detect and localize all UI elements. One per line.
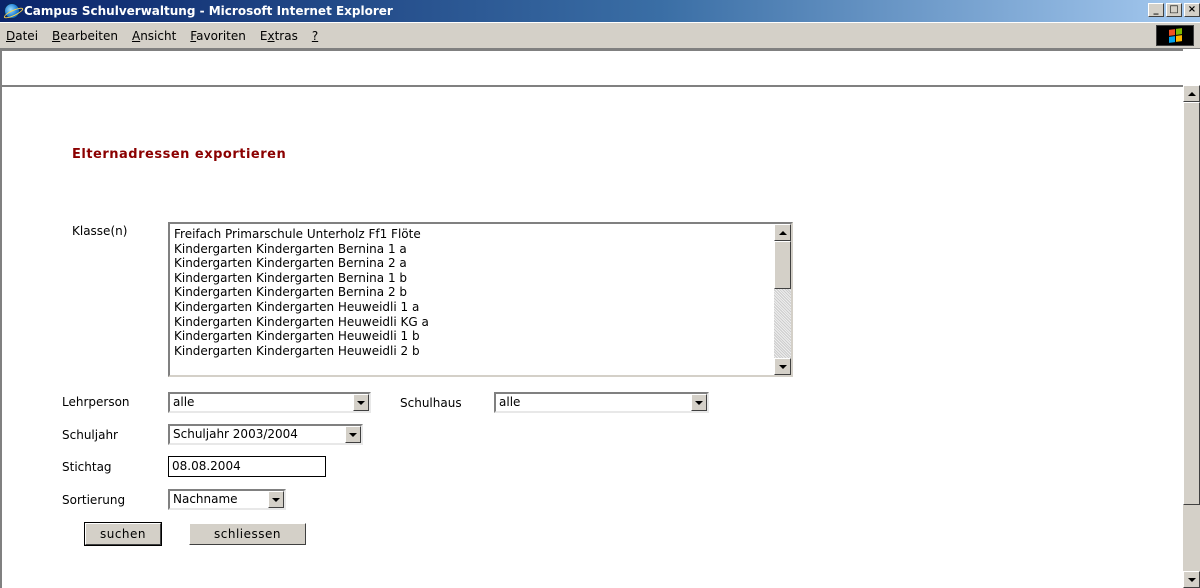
schliessen-button[interactable]: schliessen: [189, 523, 306, 545]
internet-explorer-icon: [4, 3, 20, 19]
window-title-bar[interactable]: Campus Schulverwaltung - Microsoft Inter…: [0, 0, 1200, 22]
menu-datei[interactable]: Datei: [0, 29, 46, 43]
scrollbar-thumb[interactable]: [1183, 102, 1200, 505]
listbox-scroll-down-button[interactable]: [774, 358, 791, 375]
klassen-listbox[interactable]: Freifach Primarschule Unterholz Ff1 Flöt…: [167, 221, 794, 378]
menu-favoriten[interactable]: Favoriten: [184, 29, 254, 43]
sortierung-select[interactable]: Nachname: [168, 489, 286, 510]
list-item[interactable]: Kindergarten Kindergarten Bernina 2 a: [174, 256, 429, 271]
stichtag-field[interactable]: 08.08.2004: [168, 456, 326, 477]
scroll-down-button[interactable]: [1183, 571, 1200, 588]
lehrperson-select[interactable]: alle: [168, 392, 371, 413]
page-title: Elternadressen exportieren: [72, 147, 287, 162]
dropdown-arrow-icon[interactable]: [691, 394, 707, 411]
arrow-down-icon: [1187, 577, 1196, 582]
list-item[interactable]: Kindergarten Kindergarten Bernina 2 b: [174, 285, 429, 300]
schulhaus-select[interactable]: alle: [494, 392, 709, 413]
close-button[interactable]: ×: [1184, 3, 1200, 17]
list-item[interactable]: Kindergarten Kindergarten Heuweidli KG a: [174, 315, 429, 330]
dropdown-arrow-icon[interactable]: [268, 491, 284, 508]
list-item[interactable]: Kindergarten Kindergarten Bernina 1 b: [174, 271, 429, 286]
schulhaus-value: alle: [499, 395, 521, 409]
list-item[interactable]: Kindergarten Kindergarten Heuweidli 1 a: [174, 300, 429, 315]
listbox-scrollbar[interactable]: [774, 224, 791, 375]
schuljahr-select[interactable]: Schuljahr 2003/2004: [168, 424, 363, 445]
stichtag-label: Stichtag: [62, 460, 112, 474]
schuljahr-value: Schuljahr 2003/2004: [173, 427, 298, 441]
dropdown-arrow-icon[interactable]: [353, 394, 369, 411]
menu-bearbeiten[interactable]: Bearbeiten: [46, 29, 126, 43]
arrow-up-icon: [778, 230, 787, 235]
dropdown-arrow-icon[interactable]: [345, 426, 361, 443]
schulhaus-label: Schulhaus: [400, 396, 462, 410]
windows-logo-icon: [1156, 25, 1194, 46]
list-item[interactable]: Kindergarten Kindergarten Heuweidli 2 b: [174, 344, 429, 359]
scroll-up-button[interactable]: [1183, 85, 1200, 102]
listbox-scrollbar-thumb[interactable]: [774, 241, 791, 289]
page-content-area: [0, 49, 1200, 85]
lehrperson-value: alle: [173, 395, 195, 409]
list-item[interactable]: Kindergarten Kindergarten Bernina 1 a: [174, 242, 429, 257]
klassen-label: Klasse(n): [72, 224, 128, 238]
sortierung-label: Sortierung: [62, 493, 126, 507]
menu-ansicht[interactable]: Ansicht: [126, 29, 184, 43]
menu-help[interactable]: ?: [306, 29, 326, 43]
list-item[interactable]: Kindergarten Kindergarten Heuweidli 1 b: [174, 329, 429, 344]
arrow-up-icon: [1187, 91, 1196, 96]
arrow-down-icon: [778, 364, 787, 369]
menu-extras[interactable]: Extras: [254, 29, 306, 43]
list-item[interactable]: Freifach Primarschule Unterholz Ff1 Flöt…: [174, 227, 429, 242]
window-title: Campus Schulverwaltung - Microsoft Inter…: [24, 4, 393, 18]
suchen-button[interactable]: suchen: [84, 522, 162, 546]
menu-bar: Datei Bearbeiten Ansicht Favoriten Extra…: [0, 22, 1200, 49]
lehrperson-label: Lehrperson: [62, 395, 130, 409]
maximize-button[interactable]: □: [1166, 3, 1182, 17]
minimize-button[interactable]: _: [1148, 3, 1164, 17]
schuljahr-label: Schuljahr: [62, 428, 118, 442]
window-controls: _ □ ×: [1148, 3, 1200, 17]
listbox-scroll-up-button[interactable]: [774, 224, 791, 241]
sortierung-value: Nachname: [173, 492, 238, 506]
